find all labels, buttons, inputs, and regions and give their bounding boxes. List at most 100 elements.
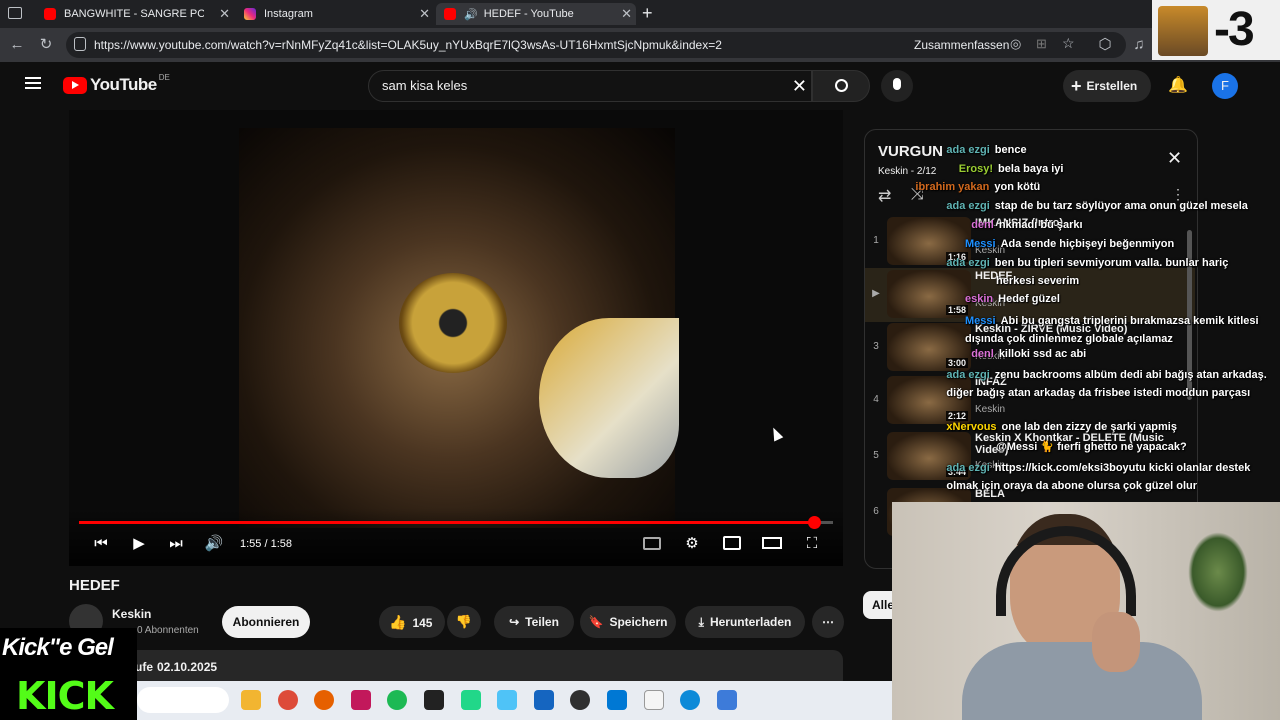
video-player[interactable]: ⏮ ▶ ⏭ 🔊 1:55 / 1:58 ⚙ ⛶ [69, 110, 843, 566]
obs-icon[interactable] [570, 690, 591, 710]
chat-username: denl [971, 219, 994, 231]
reload-icon[interactable]: ↻ [35, 34, 57, 56]
time-display: 1:55 / 1:58 [240, 538, 292, 550]
favorite-star-icon[interactable]: ☆ [1062, 35, 1075, 52]
search-input[interactable]: sam kisa keles ✕ [368, 70, 812, 102]
shield-app-icon[interactable] [533, 690, 554, 710]
spotify-icon[interactable] [387, 690, 408, 710]
close-icon[interactable]: ✕ [621, 6, 632, 22]
app-icon[interactable] [350, 690, 371, 710]
video-title: HEDEF [69, 577, 120, 594]
notepad-icon[interactable] [643, 690, 664, 710]
kick-logo: KICK [16, 674, 114, 718]
chat-message: @Messi 🐈 fıerfi ghetto ne yapacak? [996, 440, 1187, 453]
chrome-icon[interactable] [277, 690, 298, 710]
notes-icon[interactable] [716, 690, 737, 710]
chat-text: Abi bu gangsta triplerini bırakmazsa kem… [965, 315, 1259, 345]
theater-mode-icon[interactable] [761, 533, 783, 555]
summarize-button[interactable]: Zusammenfassen [914, 38, 1009, 52]
chat-username: ada ezgi [946, 462, 990, 474]
chat-message: ibrahim yakan yon kötü [915, 181, 1040, 193]
share-label: Teilen [525, 615, 559, 629]
edge-icon[interactable] [680, 690, 701, 710]
capcut-icon[interactable] [424, 690, 444, 710]
chat-message: denl nkmadı bu şarkı [971, 219, 1082, 231]
clear-search-icon[interactable]: ✕ [792, 71, 807, 101]
youtube-tab-icon [444, 8, 456, 20]
back-icon[interactable]: ← [6, 34, 28, 56]
tab-instagram[interactable]: Instagram ✕ [236, 3, 434, 25]
file-explorer-icon[interactable] [241, 690, 261, 710]
chat-text: stap de bu tarz söylüyor ama onun güzel … [994, 200, 1248, 212]
share-icon: ↪ [509, 615, 520, 629]
chat-username: ada ezgi [946, 257, 990, 269]
address-bar[interactable]: https://www.youtube.com/watch?v=rNnMFyZq… [66, 32, 1126, 58]
music-icon[interactable]: ♫ [1128, 34, 1150, 56]
firefox-icon[interactable] [314, 690, 335, 710]
chat-text: zenu backrooms albüm dedi abi bağış atan… [946, 369, 1267, 399]
more-actions-button[interactable]: ⋯ [812, 606, 844, 638]
subscriber-count: 0 Abonnenten [137, 625, 199, 636]
share-button[interactable]: ↪ Teilen [494, 606, 574, 638]
url-text: https://www.youtube.com/watch?v=rNnMFyZq… [94, 38, 722, 52]
tab-actions-icon[interactable] [8, 7, 22, 19]
corner-label: -3 [1214, 3, 1255, 56]
webcam-headphones [996, 526, 1136, 616]
menu-icon[interactable] [25, 77, 41, 89]
app2-icon[interactable] [497, 690, 518, 710]
next-icon[interactable]: ⏭ [166, 533, 186, 555]
chat-message: ada ezgi stap de bu tarz söylüyor ama onu… [946, 200, 1247, 212]
subscribe-button[interactable]: Abonnieren [222, 606, 310, 638]
settings-gear-icon[interactable]: ⚙ [682, 533, 702, 555]
youtube-logo-text: YouTube [90, 75, 157, 94]
windows-taskbar [137, 681, 892, 720]
chat-username: ibrahim yakan [915, 181, 990, 193]
progress-knob[interactable] [808, 516, 822, 529]
audio-playing-icon[interactable]: 🔊 [464, 8, 478, 21]
plus-icon: + [1071, 76, 1082, 96]
chat-message: ada ezgi zenu backrooms albüm dedi abi ba… [946, 366, 1280, 402]
site-info-icon[interactable] [74, 37, 86, 51]
dislike-button[interactable]: 👎 [447, 606, 481, 638]
volume-icon[interactable]: 🔊 [204, 533, 224, 555]
account-avatar[interactable]: F [1212, 73, 1238, 99]
notifications-icon[interactable]: 🔔 [1168, 75, 1188, 95]
like-button[interactable]: 👍 145 [379, 606, 445, 638]
eagle-beak [539, 318, 679, 478]
channel-name[interactable]: Keskin [112, 607, 151, 621]
chat-message: xNervous one lab den zizzy de şarki yapmi… [946, 421, 1177, 433]
youtube-tab-icon [44, 8, 56, 20]
youtube-play-icon [63, 76, 87, 94]
subtitles-icon[interactable] [642, 533, 662, 555]
new-tab-button[interactable]: + [642, 3, 653, 24]
taskbar-search-input[interactable] [137, 687, 229, 713]
split-view-icon[interactable]: ⊞ [1036, 36, 1047, 52]
chat-text: Ada sende hiçbişeyi beğenmiyon [1000, 238, 1175, 250]
close-icon[interactable]: ✕ [419, 6, 430, 22]
webcam-person-body [962, 642, 1202, 720]
play-icon[interactable]: ▶ [129, 533, 149, 555]
voice-search-button[interactable] [881, 70, 913, 102]
tab-bangwhite[interactable]: BANGWHITE - SANGRE POR SANGRE ✕ [36, 3, 234, 25]
download-button[interactable]: ⤓ Herunterladen [685, 606, 805, 638]
pycharm-icon[interactable] [460, 690, 481, 710]
vscode-icon[interactable] [607, 690, 627, 710]
copilot-icon[interactable]: ◎ [1010, 36, 1021, 52]
search-button[interactable] [812, 70, 870, 102]
tab-hedef-youtube[interactable]: 🔊 HEDEF - YouTube ✕ [436, 3, 636, 25]
previous-icon[interactable]: ⏮ [91, 533, 111, 555]
create-button[interactable]: + Erstellen [1063, 70, 1151, 102]
search-icon [835, 79, 848, 92]
fullscreen-icon[interactable]: ⛶ [802, 533, 822, 555]
extensions-icon[interactable]: ⬡ [1094, 34, 1116, 56]
progress-bar[interactable] [79, 516, 833, 529]
chat-text: bela baya iyi [998, 163, 1064, 175]
miniplayer-icon[interactable] [722, 533, 742, 555]
chat-username: ada ezgi [946, 369, 990, 381]
close-icon[interactable]: ✕ [219, 6, 230, 22]
upload-prefix: ufe [135, 660, 153, 674]
like-count: 145 [412, 616, 433, 630]
youtube-logo[interactable]: YouTube DE [63, 73, 170, 95]
chat-message: ada ezgi bence [946, 144, 1026, 156]
save-button[interactable]: 🔖 Speichern [580, 606, 676, 638]
